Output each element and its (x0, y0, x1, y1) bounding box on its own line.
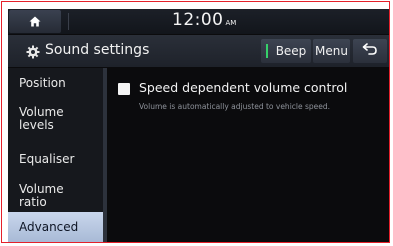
back-arrow-icon (362, 39, 378, 63)
sidebar-item-advanced[interactable]: Advanced (8, 212, 103, 242)
clock: 12:00 AM (172, 10, 236, 30)
sidebar-item-position[interactable]: Position (8, 68, 103, 98)
status-bar: 12:00 AM (8, 9, 389, 34)
clock-time: 12:00 (172, 10, 224, 30)
title-bar: Sound settings Beep Menu (8, 35, 389, 67)
sidebar-item-volume-ratio[interactable]: Volume ratio (8, 178, 103, 214)
clock-ampm: AM (225, 19, 237, 27)
settings-sidebar: Position Volume levels Equaliser Volume … (8, 68, 103, 242)
beep-indicator (266, 44, 268, 58)
back-button[interactable] (353, 39, 387, 63)
speed-volume-label[interactable]: Speed dependent volume control (139, 80, 347, 95)
advanced-settings-panel: Speed dependent volume control Volume is… (107, 68, 389, 242)
speed-volume-description: Volume is automatically adjusted to vehi… (139, 102, 331, 111)
infotainment-screen: 12:00 AM Sound settings Beep Menu Positi… (8, 9, 389, 242)
sidebar-item-equaliser[interactable]: Equaliser (8, 140, 103, 178)
sidebar-item-label: Volume ratio (19, 182, 64, 209)
status-divider (68, 13, 69, 30)
speed-volume-checkbox[interactable] (118, 83, 130, 95)
sidebar-item-label: Volume levels (19, 105, 64, 132)
screenshot-frame: 12:00 AM Sound settings Beep Menu Positi… (1, 1, 390, 243)
sidebar-item-label: Equaliser (19, 151, 75, 166)
sidebar-item-label: Position (19, 75, 66, 90)
sidebar-item-label: Advanced (19, 219, 79, 234)
beep-button[interactable]: Beep (261, 39, 311, 63)
home-button[interactable] (9, 10, 61, 33)
menu-button[interactable]: Menu (313, 39, 350, 63)
gear-icon (26, 44, 40, 59)
home-icon (29, 16, 41, 27)
sidebar-item-volume-levels[interactable]: Volume levels (8, 98, 103, 140)
beep-label: Beep (275, 44, 307, 58)
page-title: Sound settings (45, 42, 150, 58)
